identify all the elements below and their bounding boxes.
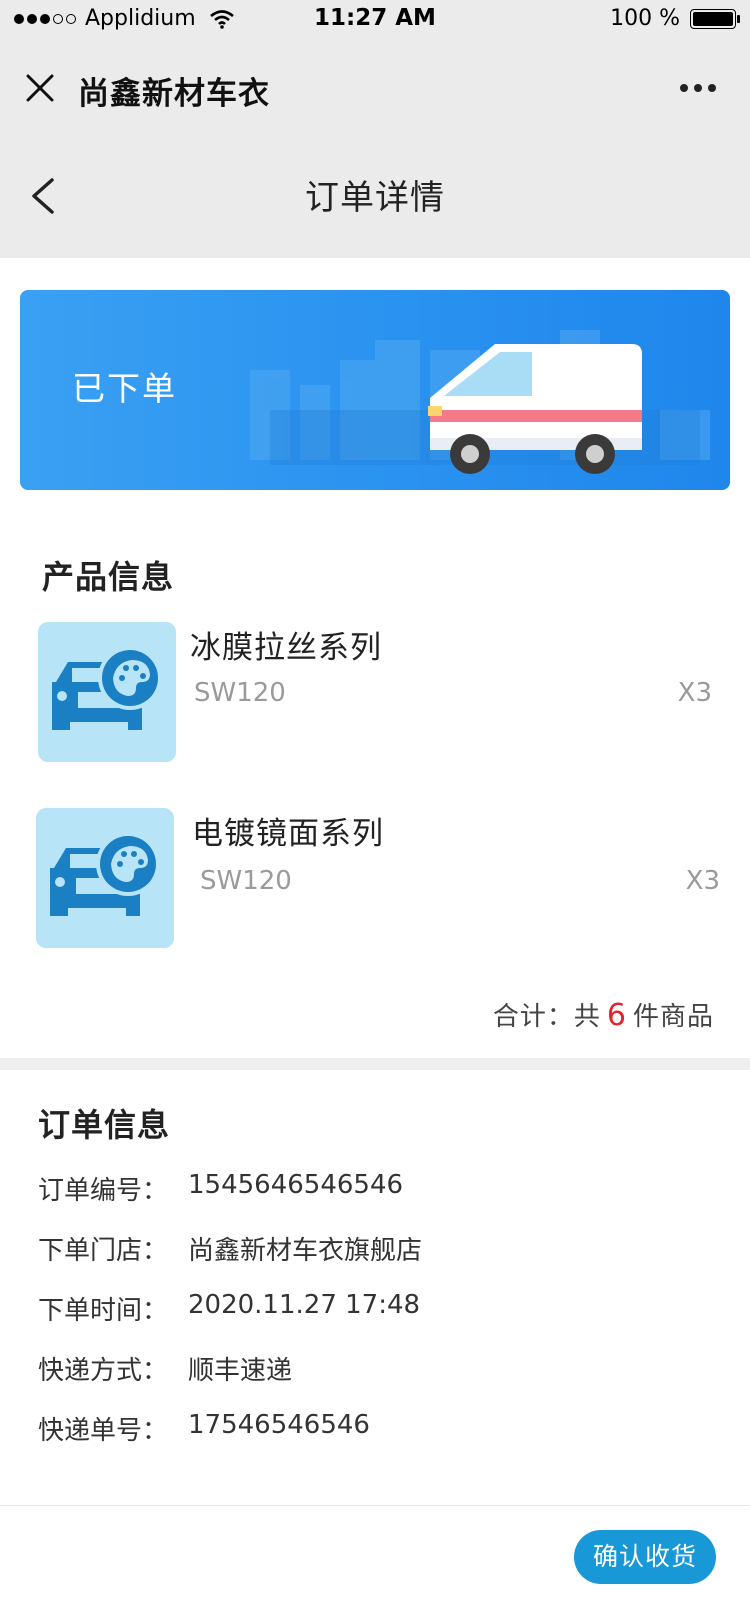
order-total: 合计：共 6 件商品 [493, 996, 714, 1033]
product-name: 冰膜拉丝系列 [190, 630, 382, 666]
total-count: 6 [606, 998, 627, 1033]
product-section-title: 产品信息 [42, 558, 175, 596]
product-sku: SW120 [194, 678, 286, 708]
shipping-method-row: 快递方式： 顺丰速递 [38, 1350, 292, 1387]
nav-bar: 订单详情 [0, 140, 750, 250]
miniapp-bar: 尚鑫新材车衣 [0, 50, 750, 126]
product-thumbnail [38, 622, 176, 762]
shipping-method-label: 快递方式： [38, 1356, 169, 1386]
order-number-label: 订单编号： [38, 1176, 169, 1206]
miniapp-title: 尚鑫新材车衣 [78, 76, 270, 112]
shipping-method-value: 顺丰速递 [188, 1356, 293, 1386]
product-quantity: X3 [685, 866, 720, 896]
car-palette-icon [52, 646, 162, 730]
order-section-title: 订单信息 [38, 1106, 171, 1144]
product-item[interactable]: 电镀镜面系列 SW120 X3 [0, 808, 750, 953]
order-time-label: 下单时间： [38, 1296, 169, 1326]
product-quantity: X3 [677, 678, 712, 708]
more-icon[interactable] [680, 84, 716, 92]
battery-percent: 100 % [610, 6, 680, 31]
product-name: 电镀镜面系列 [192, 816, 384, 852]
store-value: 尚鑫新材车衣旗舰店 [188, 1236, 423, 1266]
total-suffix: 件商品 [632, 1002, 714, 1032]
store-row: 下单门店： 尚鑫新材车衣旗舰店 [38, 1230, 422, 1267]
total-prefix: 合计：共 [492, 1002, 601, 1032]
tracking-number-value: 17546546546 [188, 1410, 370, 1440]
van-icon [428, 344, 642, 474]
order-number-row: 订单编号： 1545646546546 [38, 1170, 403, 1207]
product-item[interactable]: 冰膜拉丝系列 SW120 X3 [0, 622, 750, 767]
order-status-banner: 已下单 [20, 290, 730, 490]
order-number-value: 1545646546546 [188, 1170, 404, 1200]
product-thumbnail [36, 808, 174, 948]
status-bar: Applidium 11:27 AM 100 % [0, 0, 750, 40]
tracking-number-row: 快递单号： 17546546546 [38, 1410, 370, 1447]
tracking-number-label: 快递单号： [38, 1416, 169, 1446]
store-label: 下单门店： [38, 1236, 169, 1266]
order-status-text: 已下单 [72, 369, 177, 408]
battery-status: 100 % [610, 6, 740, 31]
footer-divider [0, 1505, 750, 1506]
battery-icon [690, 8, 740, 29]
order-time-value: 2020.11.27 17:48 [188, 1290, 421, 1320]
confirm-receipt-button[interactable]: 确认收货 [574, 1530, 716, 1584]
order-time-row: 下单时间： 2020.11.27 17:48 [38, 1290, 420, 1327]
section-divider [0, 1058, 750, 1070]
close-icon[interactable] [22, 70, 58, 106]
product-sku: SW120 [200, 866, 292, 896]
page-title: 订单详情 [305, 178, 445, 218]
car-palette-icon [50, 832, 160, 916]
